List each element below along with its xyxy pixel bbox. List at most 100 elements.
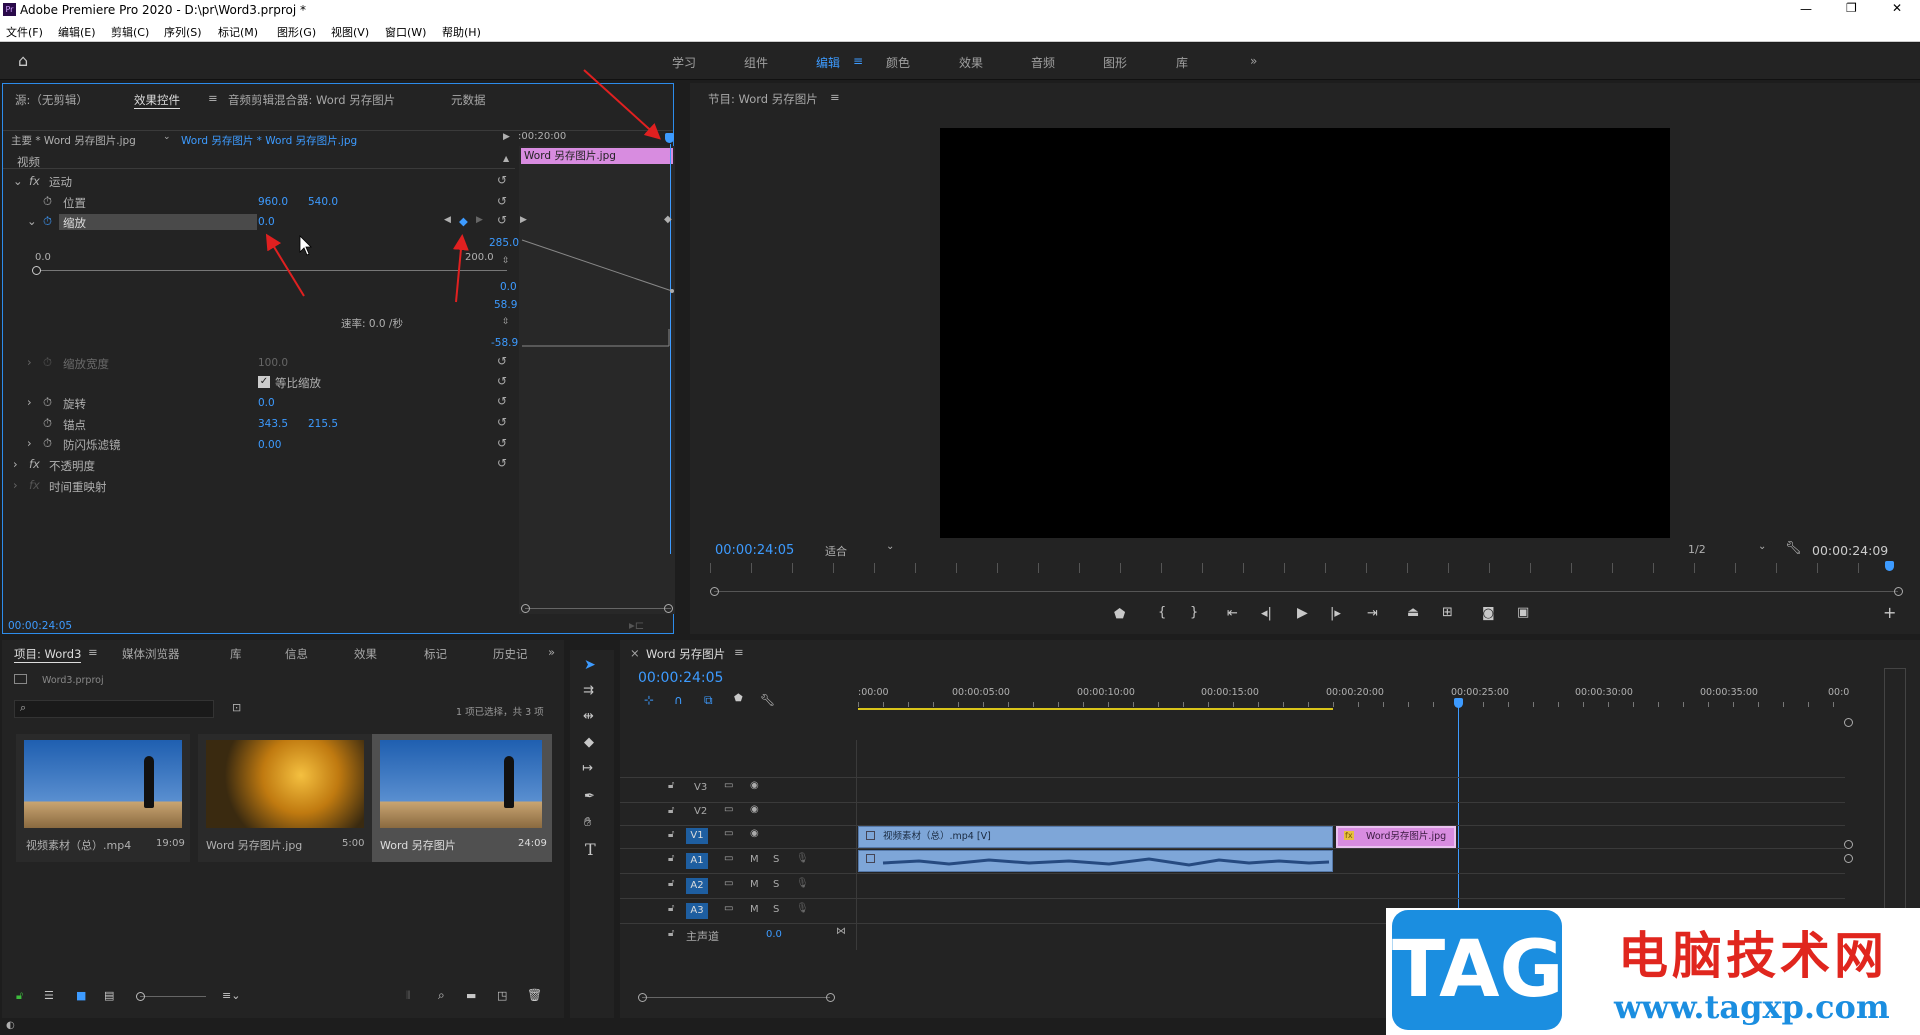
zoom-scroll-bar[interactable] bbox=[525, 608, 671, 609]
fx-icon[interactable]: fx bbox=[29, 457, 40, 471]
tab-project[interactable]: 项目: Word3 bbox=[14, 646, 82, 663]
add-marker-icon[interactable]: ⬟ bbox=[1114, 608, 1125, 621]
keyframe-left-icon[interactable]: ▶ bbox=[520, 215, 527, 225]
step-back-icon[interactable]: ◂| bbox=[1261, 607, 1272, 620]
stopwatch-icon[interactable]: ⏱ bbox=[43, 194, 52, 209]
image-clip[interactable]: Word另存图片.jpg bbox=[1336, 826, 1456, 848]
tab-info[interactable]: 信息 bbox=[285, 646, 308, 662]
track-lock-icon[interactable]: 🔓︎ bbox=[668, 928, 674, 939]
new-search-bin-icon[interactable]: ⊡ bbox=[232, 701, 241, 714]
resolution-dropdown[interactable]: 1/2 bbox=[1688, 543, 1706, 556]
sort-icon[interactable]: ≡⌄ bbox=[222, 990, 240, 1001]
scroll-handle-right[interactable] bbox=[1894, 587, 1903, 596]
nest-toggle-icon[interactable]: ⊹ bbox=[644, 694, 654, 706]
scroll-handle-right[interactable] bbox=[826, 993, 835, 1002]
timeline-settings-icon[interactable]: 🔧︎ bbox=[760, 694, 775, 706]
new-bin-icon[interactable]: ▬ bbox=[466, 990, 476, 1001]
master-value[interactable]: 0.0 bbox=[766, 929, 782, 940]
scale-value[interactable]: 0.0 bbox=[258, 216, 275, 228]
slip-tool-icon[interactable]: ↦ bbox=[582, 762, 593, 775]
master-expand-icon[interactable]: ⋈ bbox=[836, 926, 846, 937]
tab-audio-mixer[interactable]: 音频剪辑混合器: Word 另存图片 bbox=[228, 92, 395, 108]
selection-tool-icon[interactable]: ➤ bbox=[584, 658, 596, 672]
timeline-scroll-bar[interactable] bbox=[642, 997, 830, 998]
mark-in-icon[interactable]: { bbox=[1158, 606, 1166, 619]
tab-menu-icon[interactable]: ≡ bbox=[208, 91, 218, 105]
tab-effects[interactable]: 效果 bbox=[354, 646, 377, 662]
expand-arrow-icon[interactable]: › bbox=[27, 355, 32, 369]
more-tabs-icon[interactable]: » bbox=[548, 645, 555, 659]
vertical-scroll-mid[interactable] bbox=[1844, 840, 1853, 849]
zoom-handle-right[interactable] bbox=[664, 604, 673, 613]
add-keyframe-icon[interactable]: ◆ bbox=[459, 214, 468, 228]
workspace-menu-icon[interactable]: ≡ bbox=[853, 54, 863, 68]
track-lock-icon[interactable]: 🔓︎ bbox=[668, 780, 674, 791]
close-icon[interactable]: ✕ bbox=[1892, 1, 1902, 15]
track-lock-icon[interactable]: 🔓︎ bbox=[668, 805, 674, 816]
program-timeline-ruler[interactable] bbox=[710, 563, 1895, 573]
automate-icon[interactable]: ⫴ bbox=[406, 990, 411, 1001]
audio-clip[interactable] bbox=[858, 850, 1333, 872]
track-a1-label[interactable]: A1 bbox=[686, 853, 708, 869]
panel-menu-icon[interactable]: ≡ bbox=[830, 90, 840, 104]
track-v1-label[interactable]: V1 bbox=[686, 828, 708, 844]
tab-menu-icon[interactable]: ≡ bbox=[88, 645, 98, 659]
workspace-learn[interactable]: 学习 bbox=[672, 54, 696, 71]
scroll-up-icon[interactable]: ▲ bbox=[503, 154, 509, 163]
sync-lock-icon[interactable]: ▭ bbox=[724, 853, 733, 864]
vertical-scroll-low[interactable] bbox=[1844, 854, 1853, 863]
find-icon[interactable]: ⌕ bbox=[438, 989, 445, 1001]
workspace-color[interactable]: 颜色 bbox=[886, 54, 910, 71]
home-icon[interactable]: ⌂ bbox=[18, 53, 28, 69]
track-v3-label[interactable]: V3 bbox=[694, 782, 707, 793]
mute-button[interactable]: M bbox=[750, 904, 759, 915]
restore-icon[interactable]: ❐ bbox=[1846, 1, 1857, 15]
mic-icon[interactable]: 🎙︎ bbox=[796, 853, 809, 864]
zoom-slider-handle[interactable] bbox=[136, 992, 145, 1001]
prev-keyframe-icon[interactable]: ◀ bbox=[444, 215, 451, 225]
expand-arrow-icon[interactable]: › bbox=[13, 478, 18, 492]
keyframe-right-icon[interactable]: ◆ bbox=[664, 214, 672, 225]
project-item-image[interactable]: Word 另存图片.jpg 5:00 bbox=[198, 734, 372, 862]
anchor-x[interactable]: 343.5 bbox=[258, 418, 288, 430]
solo-button[interactable]: S bbox=[773, 879, 779, 890]
menu-marker[interactable]: 标记(M) bbox=[218, 24, 258, 40]
tab-metadata[interactable]: 元数据 bbox=[451, 92, 486, 108]
tab-source[interactable]: 源:（无剪辑） bbox=[15, 92, 88, 108]
playhead-marker-icon[interactable] bbox=[665, 133, 674, 143]
lock-icon[interactable]: 🔓︎ bbox=[16, 990, 23, 1001]
track-lock-icon[interactable]: 🔓︎ bbox=[668, 829, 674, 840]
zoom-slider[interactable] bbox=[140, 996, 206, 997]
export-frame-icon[interactable]: ◙ bbox=[1482, 607, 1495, 620]
scale-slider-track[interactable] bbox=[37, 270, 507, 271]
workspace-audio[interactable]: 音频 bbox=[1031, 54, 1055, 71]
stopwatch-icon[interactable]: ⏱ bbox=[43, 395, 52, 410]
source-master[interactable]: 主要 * Word 另存图片.jpg bbox=[11, 133, 136, 148]
eye-icon[interactable]: ◉ bbox=[750, 804, 759, 815]
rotation-value[interactable]: 0.0 bbox=[258, 397, 275, 409]
scroll-handle-left[interactable] bbox=[710, 587, 719, 596]
timeline-title[interactable]: Word 另存图片 bbox=[646, 646, 725, 662]
stopwatch-icon[interactable]: ⏱ bbox=[43, 436, 52, 451]
workspace-assembly[interactable]: 组件 bbox=[744, 54, 768, 71]
list-view-icon[interactable]: ☰ bbox=[44, 990, 54, 1001]
eye-icon[interactable]: ◉ bbox=[750, 828, 759, 839]
timeline-timecode[interactable]: 00:00:24:05 bbox=[638, 670, 723, 686]
razor-tool-icon[interactable]: ◆ bbox=[584, 736, 594, 749]
project-search-input[interactable] bbox=[14, 700, 214, 718]
add-marker-icon[interactable]: ⬟ bbox=[734, 694, 743, 704]
mark-out-icon[interactable]: } bbox=[1190, 606, 1198, 619]
reset-icon[interactable]: ↺ bbox=[497, 436, 507, 450]
source-clip[interactable]: Word 另存图片 * Word 另存图片.jpg bbox=[181, 133, 357, 148]
fit-dropdown[interactable]: 适合 bbox=[825, 543, 847, 559]
mute-button[interactable]: M bbox=[750, 854, 759, 865]
next-keyframe-icon[interactable]: ▶ bbox=[476, 215, 483, 225]
workspace-libraries[interactable]: 库 bbox=[1176, 54, 1188, 71]
track-a3-label[interactable]: A3 bbox=[686, 903, 708, 919]
menu-help[interactable]: 帮助(H) bbox=[442, 24, 481, 40]
program-title[interactable]: 节目: Word 另存图片 bbox=[708, 91, 818, 107]
scale-slider-handle[interactable] bbox=[32, 266, 41, 275]
expand-arrow-icon[interactable]: › bbox=[27, 395, 32, 409]
scroll-handle-left[interactable] bbox=[638, 993, 647, 1002]
tab-libraries[interactable]: 库 bbox=[230, 646, 242, 662]
